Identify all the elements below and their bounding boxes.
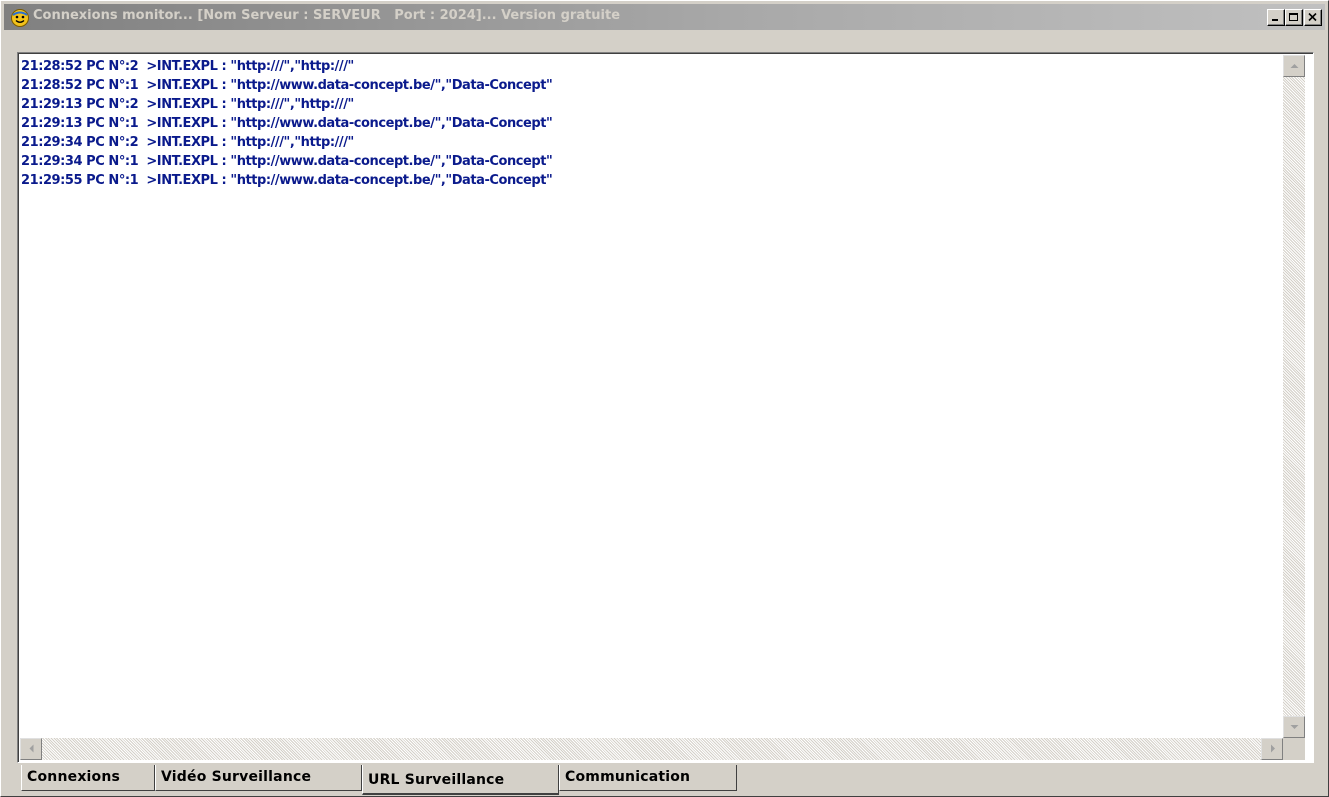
log-line: 21:28:52 PC N°:1 >INT.EXPL : "http://www…	[21, 78, 553, 93]
maximize-button[interactable]	[1285, 9, 1303, 26]
log-line: 21:29:34 PC N°:1 >INT.EXPL : "http://www…	[21, 154, 553, 169]
tab-strip: Connexions Vidéo Surveillance URL Survei…	[17, 765, 1317, 797]
vertical-scrollbar[interactable]	[1283, 55, 1305, 738]
minimize-icon	[1272, 19, 1278, 21]
log-line: 21:29:13 PC N°:2 >INT.EXPL : "http:///",…	[21, 97, 354, 112]
minimize-button[interactable]	[1267, 9, 1285, 26]
tab-communication[interactable]: Communication	[559, 765, 737, 791]
close-icon	[1308, 13, 1317, 22]
horizontal-scrollbar[interactable]	[20, 738, 1283, 760]
window-title: Connexions monitor... [Nom Serveur : SER…	[33, 8, 621, 23]
scroll-left-button[interactable]	[20, 738, 42, 760]
arrow-down-icon	[1290, 725, 1299, 729]
close-button[interactable]	[1304, 9, 1322, 26]
arrow-left-icon	[29, 744, 34, 753]
title-bar[interactable]: Connexions monitor... [Nom Serveur : SER…	[4, 4, 1325, 30]
log-line: 21:29:34 PC N°:2 >INT.EXPL : "http:///",…	[21, 135, 354, 150]
app-window: Connexions monitor... [Nom Serveur : SER…	[0, 0, 1329, 797]
arrow-up-icon	[1290, 64, 1299, 68]
log-line: 21:28:52 PC N°:2 >INT.EXPL : "http:///",…	[21, 59, 354, 74]
log-line: 21:29:13 PC N°:1 >INT.EXPL : "http://www…	[21, 116, 553, 131]
smiley-globe-icon[interactable]	[10, 8, 30, 27]
scroll-up-button[interactable]	[1283, 55, 1305, 77]
log-line: 21:29:55 PC N°:1 >INT.EXPL : "http://www…	[21, 173, 553, 188]
scroll-down-button[interactable]	[1283, 716, 1305, 738]
tab-connexions[interactable]: Connexions	[21, 765, 155, 791]
scrollbar-corner	[1283, 738, 1305, 760]
tab-url-surveillance[interactable]: URL Surveillance	[362, 765, 559, 795]
arrow-right-icon	[1271, 744, 1275, 753]
url-log-panel[interactable]: 21:28:52 PC N°:2 >INT.EXPL : "http:///",…	[17, 52, 1314, 763]
url-log[interactable]: 21:28:52 PC N°:2 >INT.EXPL : "http:///",…	[21, 57, 1281, 190]
maximize-icon	[1289, 13, 1298, 21]
tab-video-surveillance[interactable]: Vidéo Surveillance	[155, 765, 362, 791]
scroll-right-button[interactable]	[1261, 738, 1283, 760]
